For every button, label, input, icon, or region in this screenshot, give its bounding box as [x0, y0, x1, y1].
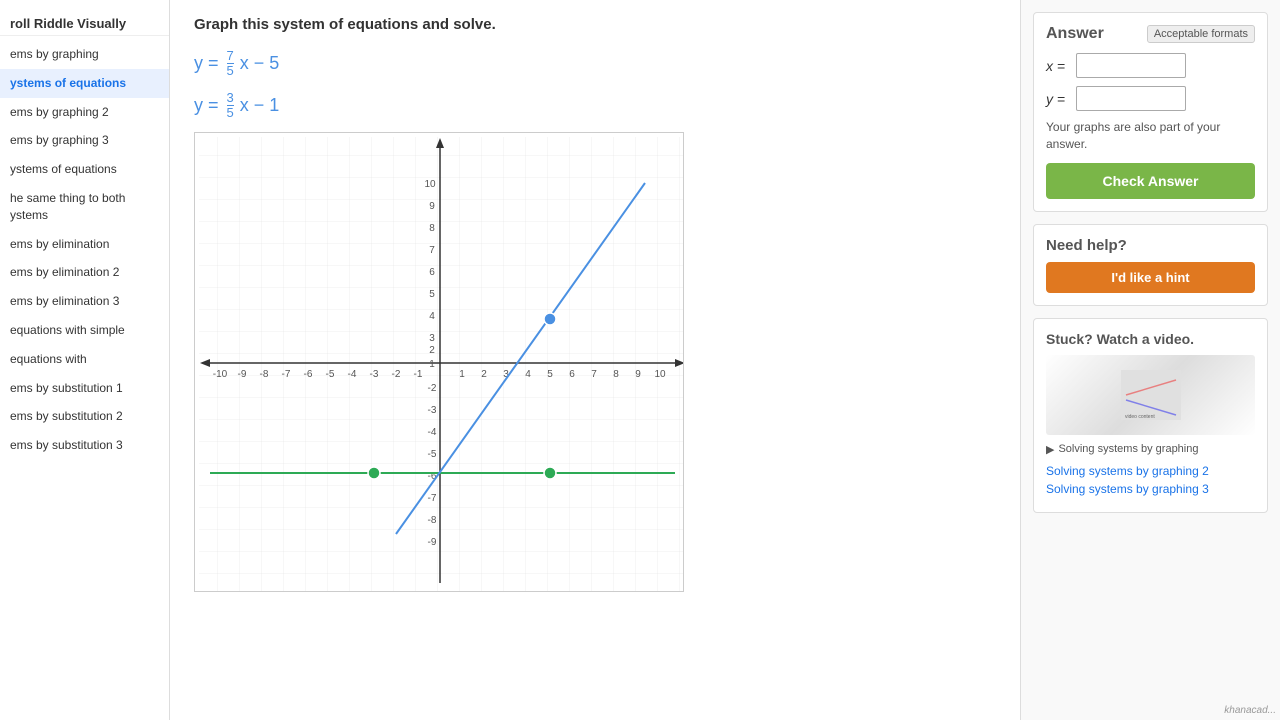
svg-text:7: 7: [429, 245, 435, 256]
svg-text:10: 10: [424, 179, 436, 190]
eq2-lhs: y =: [194, 95, 219, 116]
x-answer-field: x =: [1046, 53, 1255, 78]
svg-text:6: 6: [569, 369, 575, 380]
eq2-suffix: x − 1: [240, 95, 280, 116]
svg-text:8: 8: [613, 369, 619, 380]
eq1-fraction: 7 5: [227, 49, 234, 79]
sidebar-item-systems-equations[interactable]: ystems of equations: [0, 69, 169, 98]
video-title: Stuck? Watch a video.: [1046, 331, 1255, 347]
svg-text:-7: -7: [428, 493, 437, 504]
video-thumbnail[interactable]: video content: [1046, 355, 1255, 435]
dot-eq2-left: [368, 467, 380, 479]
sidebar-item-equations-with[interactable]: equations with: [0, 345, 169, 374]
svg-text:10: 10: [654, 369, 666, 380]
x-label: x =: [1046, 58, 1070, 74]
dot-eq1: [544, 313, 556, 325]
sidebar-item-same-thing[interactable]: he same thing to both ystems: [0, 184, 169, 230]
sidebar: roll Riddle Visually ems by graphing yst…: [0, 0, 170, 720]
svg-text:8: 8: [429, 223, 435, 234]
acceptable-formats-button[interactable]: Acceptable formats: [1147, 25, 1255, 43]
sidebar-item-ems-graphing-2[interactable]: ems by graphing 2: [0, 98, 169, 127]
equation-1: y = 7 5 x − 5: [194, 49, 996, 79]
sidebar-item-ems-graphing[interactable]: ems by graphing: [0, 40, 169, 69]
sidebar-logo: roll Riddle Visually: [0, 8, 169, 36]
help-title: Need help?: [1046, 237, 1255, 254]
y-input[interactable]: [1076, 86, 1186, 111]
eq1-suffix: x − 5: [240, 53, 280, 74]
svg-text:5: 5: [547, 369, 553, 380]
svg-text:-4: -4: [348, 369, 357, 380]
svg-text:-6: -6: [304, 369, 313, 380]
svg-text:-7: -7: [282, 369, 291, 380]
video-label: ▶ Solving systems by graphing: [1046, 443, 1255, 456]
svg-text:9: 9: [429, 201, 435, 212]
svg-text:7: 7: [591, 369, 597, 380]
svg-text:-8: -8: [260, 369, 269, 380]
video-thumb-placeholder: video content: [1046, 355, 1255, 435]
graph-container[interactable]: -10 -9 -8 -7 -6 -5 -4 -3 -2 -1 1 2 3 4 5…: [194, 132, 684, 592]
svg-text:video content: video content: [1125, 414, 1155, 420]
equation-2: y = 3 5 x − 1: [194, 91, 996, 121]
svg-text:4: 4: [525, 369, 531, 380]
sidebar-item-equations-simple[interactable]: equations with simple: [0, 316, 169, 345]
main-content: Graph this system of equations and solve…: [170, 0, 1020, 720]
sidebar-item-ems-graphing-3[interactable]: ems by graphing 3: [0, 126, 169, 155]
video-link-2[interactable]: Solving systems by graphing 3: [1046, 482, 1255, 496]
eq1-lhs: y =: [194, 53, 219, 74]
eq2-fraction: 3 5: [227, 91, 234, 121]
sidebar-item-ems-elimination-3[interactable]: ems by elimination 3: [0, 287, 169, 316]
check-answer-button[interactable]: Check Answer: [1046, 163, 1255, 199]
video-icon: ▶: [1046, 443, 1054, 456]
svg-text:-8: -8: [428, 515, 437, 526]
help-section: Need help? I'd like a hint: [1033, 224, 1268, 306]
right-panel: Answer Acceptable formats x = y = Your g…: [1020, 0, 1280, 720]
svg-text:5: 5: [429, 289, 435, 300]
sidebar-item-systems-equations-2[interactable]: ystems of equations: [0, 155, 169, 184]
svg-text:6: 6: [429, 267, 435, 278]
svg-text:4: 4: [429, 311, 435, 322]
answer-title: Answer: [1046, 25, 1104, 43]
graph-svg: -10 -9 -8 -7 -6 -5 -4 -3 -2 -1 1 2 3 4 5…: [194, 132, 684, 592]
answer-note: Your graphs are also part of your answer…: [1046, 119, 1255, 153]
svg-text:1: 1: [459, 369, 465, 380]
sidebar-item-ems-elimination[interactable]: ems by elimination: [0, 230, 169, 259]
svg-text:-9: -9: [238, 369, 247, 380]
answer-header: Answer Acceptable formats: [1046, 25, 1255, 43]
svg-text:2: 2: [429, 345, 435, 356]
y-label: y =: [1046, 91, 1070, 107]
video-section: Stuck? Watch a video. video content ▶ So…: [1033, 318, 1268, 513]
y-answer-field: y =: [1046, 86, 1255, 111]
svg-text:-10: -10: [213, 369, 228, 380]
answer-section: Answer Acceptable formats x = y = Your g…: [1033, 12, 1268, 212]
svg-text:3: 3: [429, 333, 435, 344]
svg-text:-5: -5: [428, 449, 437, 460]
sidebar-item-ems-substitution-3[interactable]: ems by substitution 3: [0, 431, 169, 460]
sidebar-item-ems-substitution-2[interactable]: ems by substitution 2: [0, 402, 169, 431]
video-link-1[interactable]: Solving systems by graphing 2: [1046, 464, 1255, 478]
sidebar-item-ems-substitution-1[interactable]: ems by substitution 1: [0, 374, 169, 403]
problem-instruction: Graph this system of equations and solve…: [194, 16, 996, 33]
hint-button[interactable]: I'd like a hint: [1046, 262, 1255, 293]
svg-text:-2: -2: [428, 383, 437, 394]
svg-text:1: 1: [429, 359, 435, 370]
svg-text:-2: -2: [392, 369, 401, 380]
svg-text:-5: -5: [326, 369, 335, 380]
svg-text:9: 9: [635, 369, 641, 380]
svg-text:-3: -3: [370, 369, 379, 380]
dot-eq2-right: [544, 467, 556, 479]
svg-text:-4: -4: [428, 427, 437, 438]
khan-logo: khanacad...: [1224, 705, 1276, 716]
sidebar-item-ems-elimination-2[interactable]: ems by elimination 2: [0, 258, 169, 287]
svg-text:-3: -3: [428, 405, 437, 416]
svg-text:2: 2: [481, 369, 487, 380]
svg-text:-1: -1: [414, 369, 423, 380]
svg-text:-9: -9: [428, 537, 437, 548]
x-input[interactable]: [1076, 53, 1186, 78]
